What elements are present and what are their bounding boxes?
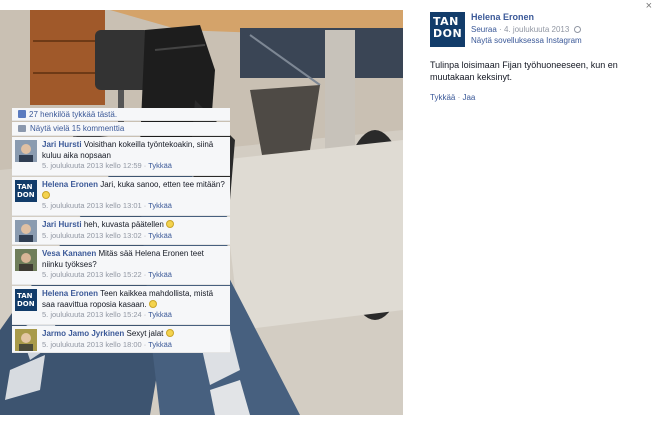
like-link[interactable]: Tykkää: [430, 93, 455, 102]
comment-timestamp[interactable]: 5. joulukuuta 2013 kello 18:00: [42, 340, 142, 349]
comment-timestamp[interactable]: 5. joulukuuta 2013 kello 13:02: [42, 231, 142, 240]
comment-timestamp[interactable]: 5. joulukuuta 2013 kello 15:24: [42, 310, 142, 319]
smiley-icon: [165, 329, 174, 337]
instagram-app-link[interactable]: Näytä sovelluksessa Instagram: [471, 36, 582, 45]
author-name[interactable]: Helena Eronen: [471, 12, 534, 22]
likes-summary[interactable]: 27 henkilöä tykkää tästä.: [12, 108, 230, 121]
comment-author[interactable]: Jari Hursti: [42, 140, 82, 149]
thumbs-up-icon: [18, 110, 26, 118]
view-more-comments[interactable]: Näytä vielä 15 kommenttia: [12, 122, 230, 136]
post-header: TAN DON Helena Eronen Seuraa · 4. jouluk…: [430, 12, 640, 48]
logo-text-line1: TAN: [17, 183, 33, 191]
comment-like-link[interactable]: Tykkää: [148, 161, 172, 170]
globe-icon: [573, 26, 581, 33]
smiley-icon: [166, 220, 175, 228]
separator: ·: [499, 25, 502, 34]
comment-author[interactable]: Helena Eronen: [42, 180, 98, 189]
comment-text: Jari, kuka sanoo, etten tee mitään?: [100, 180, 225, 189]
comment-meta: 5. joulukuuta 2013 kello 18:00 · Tykkää: [42, 340, 226, 351]
comment-body: Jari Hursti heh, kuvasta päätellen 5. jo…: [42, 220, 226, 241]
share-link[interactable]: Jaa: [462, 93, 475, 102]
post-date[interactable]: 4. joulukuuta 2013: [504, 25, 569, 34]
comment-item: Vesa Kananen Mitäs sää Helena Eronen tee…: [12, 246, 230, 285]
comment-timestamp[interactable]: 5. joulukuuta 2013 kello 12:59: [42, 161, 142, 170]
view-more-comments-text: Näytä vielä 15 kommenttia: [30, 124, 125, 133]
separator: ·: [143, 270, 147, 279]
close-icon[interactable]: ×: [646, 1, 652, 12]
commenter-avatar[interactable]: [15, 249, 37, 271]
follow-link[interactable]: Seuraa: [471, 25, 497, 34]
commenter-avatar[interactable]: [15, 329, 37, 351]
side-panel: × TAN DON Helena Eronen Seuraa · 4. joul…: [418, 0, 656, 422]
comment-item: TAN DON Helena Eronen Teen kaikkea mahdo…: [12, 286, 230, 325]
logo-text-line1: TAN: [17, 292, 33, 300]
comment-bubble-icon: [18, 125, 26, 132]
comment-body: Helena Eronen Jari, kuka sanoo, etten te…: [42, 180, 226, 212]
logo-text-line2: DON: [17, 191, 35, 199]
separator: ·: [143, 310, 147, 319]
post-meta: Seuraa · 4. joulukuuta 2013: [471, 25, 581, 34]
comment-meta: 5. joulukuuta 2013 kello 13:01 · Tykkää: [42, 201, 226, 212]
smiley-icon: [42, 190, 50, 199]
post-actions: Tykkää · Jaa: [430, 93, 475, 102]
comment-item: Jari Hursti Voisithan kokeilla työntekoa…: [12, 137, 230, 176]
likes-count-text: 27 henkilöä tykkää tästä.: [29, 110, 118, 119]
comment-timestamp[interactable]: 5. joulukuuta 2013 kello 15:22: [42, 270, 142, 279]
separator: ·: [457, 93, 461, 102]
logo-text-line2: DON: [433, 27, 463, 40]
comment-meta: 5. joulukuuta 2013 kello 13:02 · Tykkää: [42, 231, 226, 242]
comment-body: Helena Eronen Teen kaikkea mahdollista, …: [42, 289, 226, 321]
separator: ·: [143, 230, 147, 240]
comment-item: Jari Hursti heh, kuvasta päätellen 5. jo…: [12, 217, 230, 245]
commenter-avatar[interactable]: [15, 140, 37, 162]
comment-body: Jari Hursti Voisithan kokeilla työntekoa…: [42, 140, 226, 172]
comment-item: Jarmo Jamo Jyrkinen Sexyt jalat 5. joulu…: [12, 326, 230, 353]
comment-meta: 5. joulukuuta 2013 kello 12:59 · Tykkää: [42, 161, 226, 172]
comment-like-link[interactable]: Tykkää: [148, 201, 172, 210]
comment-timestamp[interactable]: 5. joulukuuta 2013 kello 13:01: [42, 201, 142, 210]
separator: ·: [143, 201, 147, 210]
comment-text: Sexyt jalat: [126, 329, 164, 338]
comment-like-link[interactable]: Tykkää: [148, 340, 172, 349]
comment-author[interactable]: Helena Eronen: [42, 289, 98, 298]
commenter-avatar[interactable]: TAN DON: [15, 289, 37, 311]
comment-text: heh, kuvasta päätellen: [83, 220, 164, 229]
author-avatar[interactable]: TAN DON: [430, 12, 465, 47]
comment-like-link[interactable]: Tykkää: [148, 270, 172, 279]
commenter-avatar[interactable]: TAN DON: [15, 180, 37, 202]
comment-author[interactable]: Jari Hursti: [42, 220, 82, 229]
comment-like-link[interactable]: Tykkää: [148, 310, 172, 319]
comment-meta: 5. joulukuuta 2013 kello 15:22 · Tykkää: [42, 270, 226, 281]
logo-text-line2: DON: [17, 300, 35, 308]
smiley-icon: [148, 299, 157, 308]
comment-body: Vesa Kananen Mitäs sää Helena Eronen tee…: [42, 249, 226, 281]
separator: ·: [143, 339, 147, 349]
separator: ·: [143, 161, 147, 170]
comment-meta: 5. joulukuuta 2013 kello 15:24 · Tykkää: [42, 310, 226, 321]
commenter-avatar[interactable]: [15, 220, 37, 242]
comment-body: Jarmo Jamo Jyrkinen Sexyt jalat 5. joulu…: [42, 329, 226, 350]
comment-like-link[interactable]: Tykkää: [148, 231, 172, 240]
comment-author[interactable]: Vesa Kananen: [42, 249, 96, 258]
comment-author[interactable]: Jarmo Jamo Jyrkinen: [42, 329, 124, 338]
comment-item: TAN DON Helena Eronen Jari, kuka sanoo, …: [12, 177, 230, 216]
post-caption: Tulinpa loisimaan Fijan työhuoneeseen, k…: [430, 60, 618, 82]
